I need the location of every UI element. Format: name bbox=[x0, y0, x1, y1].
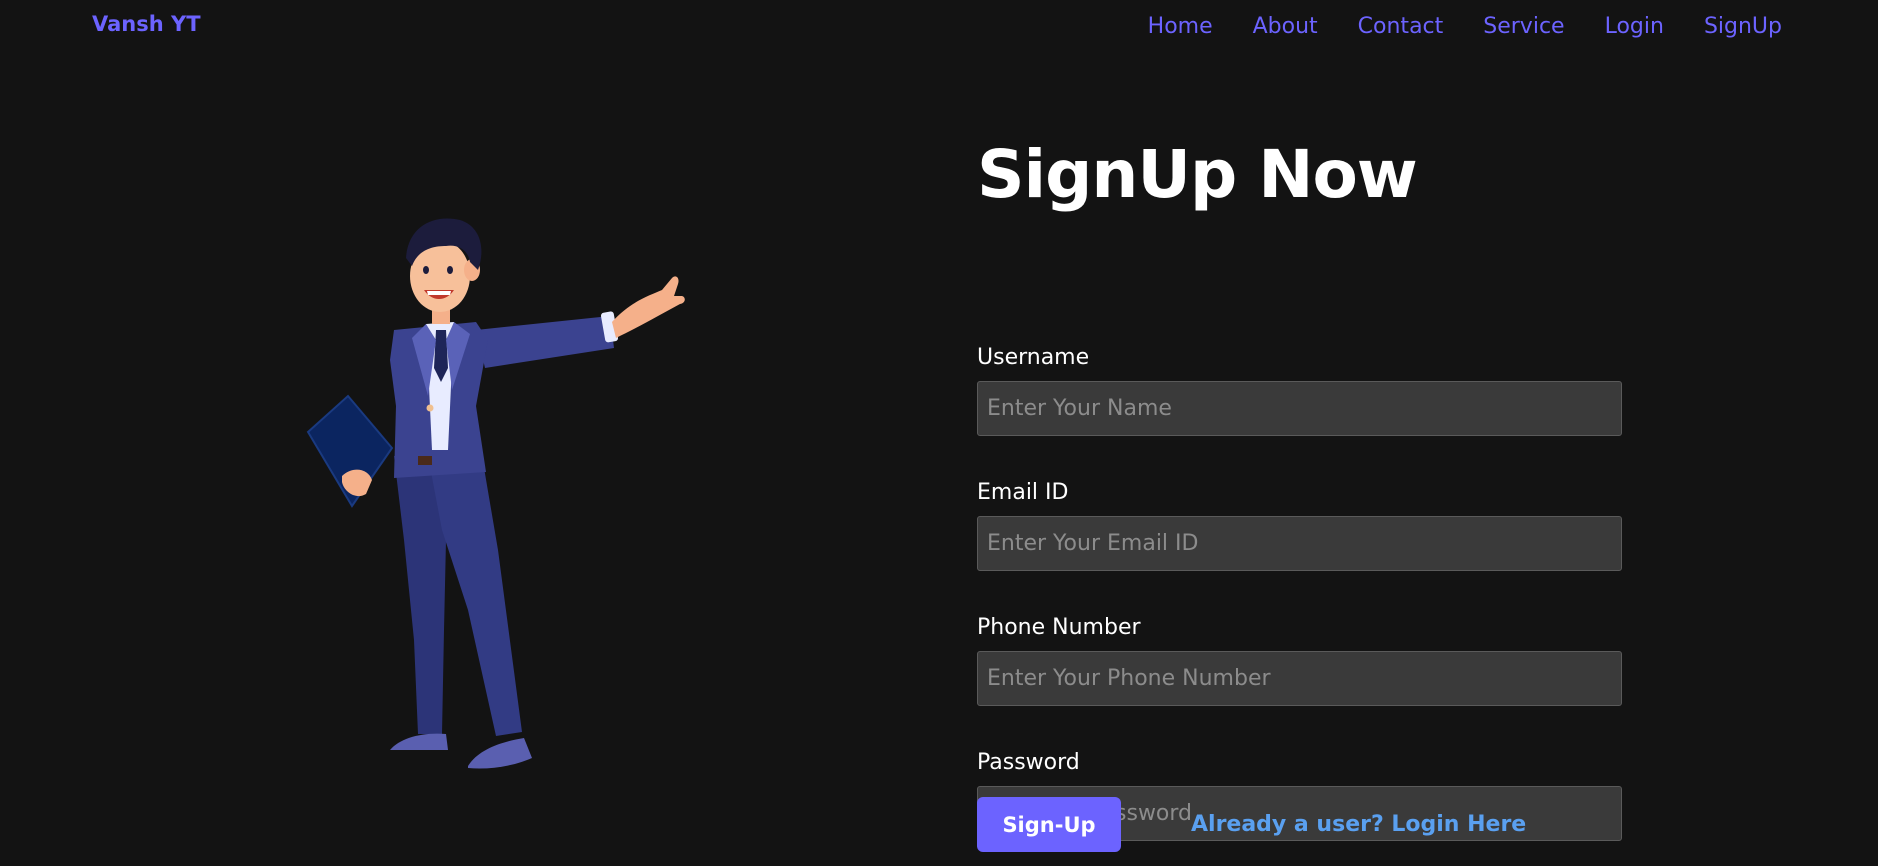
nav-home-link[interactable]: Home bbox=[1148, 14, 1213, 39]
username-input[interactable] bbox=[977, 381, 1622, 436]
phone-label: Phone Number bbox=[977, 615, 1141, 640]
login-here-link[interactable]: Already a user? Login Here bbox=[1191, 812, 1526, 837]
signup-button[interactable]: Sign-Up bbox=[977, 797, 1121, 852]
nav-signup-link[interactable]: SignUp bbox=[1704, 14, 1782, 39]
page-title: SignUp Now bbox=[977, 136, 1418, 213]
phone-input[interactable] bbox=[977, 651, 1622, 706]
form-actions: Sign-Up Already a user? Login Here bbox=[977, 797, 1526, 852]
brand-logo-link[interactable]: Vansh YT bbox=[92, 12, 201, 36]
businessman-illustration bbox=[300, 210, 700, 780]
email-label: Email ID bbox=[977, 480, 1069, 505]
password-label: Password bbox=[977, 750, 1080, 775]
main-nav: Home About Contact Service Login SignUp bbox=[1148, 14, 1782, 39]
email-input[interactable] bbox=[977, 516, 1622, 571]
businessman-icon bbox=[306, 218, 685, 769]
signup-form: SignUp Now Username Email ID Phone Numbe… bbox=[977, 130, 1622, 841]
nav-service-link[interactable]: Service bbox=[1483, 14, 1564, 39]
nav-contact-link[interactable]: Contact bbox=[1358, 14, 1444, 39]
nav-login-link[interactable]: Login bbox=[1605, 14, 1664, 39]
username-label: Username bbox=[977, 345, 1090, 370]
nav-about-link[interactable]: About bbox=[1253, 14, 1318, 39]
